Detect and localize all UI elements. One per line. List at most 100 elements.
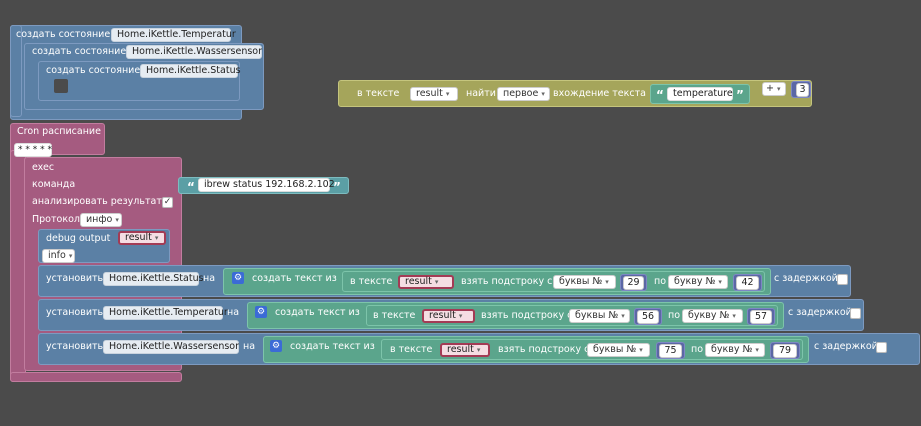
from-mode-value: буквы №: [575, 310, 619, 321]
from-number-field[interactable]: 75: [659, 344, 682, 358]
cron-pattern-field[interactable]: * * * * *: [14, 143, 52, 157]
to-mode-dropdown[interactable]: букву № ▾: [682, 309, 743, 323]
debug-level-dropdown[interactable]: info ▾: [42, 249, 75, 263]
from-mode-dropdown[interactable]: буквы № ▾: [587, 343, 650, 357]
from-mode-dropdown[interactable]: буквы № ▾: [553, 275, 616, 289]
create-state-label-3: создать состояние: [46, 65, 141, 76]
debug-var-value: result: [125, 232, 152, 243]
chevron-down-icon: ▾: [605, 278, 609, 286]
search-text-field[interactable]: temperature: [667, 87, 733, 101]
analyze-results-checkbox[interactable]: ✓: [162, 197, 173, 208]
on-label: на: [203, 273, 216, 284]
set-state-field[interactable]: Home.iKettle.Status: [103, 272, 204, 286]
gear-icon[interactable]: ⚙: [270, 340, 282, 352]
chevron-down-icon: ▾: [154, 234, 159, 242]
state-name-field-1[interactable]: Home.iKettle.Temperatur: [111, 28, 236, 42]
chevron-down-icon: ▾: [621, 312, 625, 320]
to-mode-dropdown[interactable]: букву № ▾: [705, 343, 765, 357]
chevron-down-icon: ▾: [732, 312, 736, 320]
to-mode-value: букву №: [674, 276, 716, 287]
cron-label: Cron расписание: [17, 126, 101, 137]
substring-var-dropdown[interactable]: result ▾: [398, 275, 454, 289]
chevron-down-icon: ▾: [639, 346, 643, 354]
substring-var-value: result: [405, 276, 432, 287]
number-field[interactable]: 3: [796, 83, 809, 97]
from-mode-dropdown[interactable]: буквы № ▾: [569, 309, 630, 323]
debug-level-value: info: [48, 250, 66, 261]
debug-output-label: debug output: [46, 233, 111, 244]
from-mode-value: буквы №: [559, 276, 603, 287]
on-label: на: [227, 307, 240, 318]
to-mode-value: букву №: [711, 344, 753, 355]
chevron-down-icon: ▾: [434, 278, 439, 286]
set-state-field[interactable]: Home.iKettle.Temperatur: [103, 306, 228, 320]
to-mode-value: букву №: [688, 310, 730, 321]
create-state-inner-slot: [54, 79, 68, 93]
substring-var-dropdown[interactable]: result ▾: [440, 343, 490, 357]
to-label: по: [668, 310, 681, 321]
operator-value: +: [766, 83, 774, 94]
delay-checkbox[interactable]: [850, 308, 861, 319]
operator-dropdown[interactable]: + ▾: [762, 82, 786, 96]
create-state-label-2: создать состояние: [32, 46, 127, 57]
cron-block-footer: [10, 372, 182, 382]
command-text-field[interactable]: ibrew status 192.168.2.102: [198, 178, 335, 192]
find-in-text-label: в тексте: [357, 88, 400, 99]
state-name-field-2[interactable]: Home.iKettle.Wassersensor: [126, 45, 262, 59]
to-number-field[interactable]: 42: [736, 276, 759, 290]
chevron-down-icon: ▾: [755, 346, 759, 354]
protocol-dropdown[interactable]: инфо ▾: [80, 213, 122, 227]
open-quote-icon: “: [187, 180, 195, 194]
substring-in-text-label: в тексте: [390, 344, 433, 355]
chevron-down-icon: ▾: [541, 90, 545, 98]
to-label: по: [654, 276, 667, 287]
create-text-label: создать текст из: [252, 273, 337, 284]
occurrence-label: вхождение текста: [553, 88, 646, 99]
protocol-label: Протокол: [32, 214, 80, 225]
delay-checkbox[interactable]: [837, 274, 848, 285]
substring-var-value: result: [447, 344, 474, 355]
take-substring-label: взять подстроку с: [481, 310, 573, 321]
to-mode-dropdown[interactable]: букву № ▾: [668, 275, 728, 289]
create-text-label: создать текст из: [290, 341, 375, 352]
chevron-down-icon: ▾: [776, 85, 781, 93]
set-label: установить: [46, 307, 104, 318]
substring-in-text-label: в тексте: [373, 310, 416, 321]
to-label: по: [691, 344, 704, 355]
create-state-label-1: создать состояние: [16, 29, 111, 40]
substring-var-dropdown[interactable]: result ▾: [422, 309, 475, 323]
gear-icon[interactable]: ⚙: [232, 272, 244, 284]
open-quote-icon: “: [656, 88, 664, 102]
delay-checkbox[interactable]: [876, 342, 887, 353]
find-var-value: result: [416, 88, 443, 99]
to-number-field[interactable]: 79: [773, 344, 797, 358]
delay-label: с задержкой: [788, 307, 852, 318]
chevron-down-icon: ▾: [115, 216, 119, 224]
debug-var-dropdown[interactable]: result ▾: [118, 231, 166, 245]
delay-label: с задержкой: [814, 341, 878, 352]
take-substring-label: взять подстроку с: [461, 276, 553, 287]
find-which-value: первое: [503, 88, 539, 99]
exec-label: exec: [32, 162, 55, 173]
from-mode-value: буквы №: [593, 344, 637, 355]
set-state-field[interactable]: Home.iKettle.Wassersensor: [103, 340, 239, 354]
from-number-field[interactable]: 56: [637, 310, 659, 324]
substring-in-text-label: в тексте: [350, 276, 393, 287]
chevron-down-icon: ▾: [718, 278, 722, 286]
from-number-field[interactable]: 29: [623, 276, 644, 290]
take-substring-label: взять подстроку с: [498, 344, 590, 355]
create-text-label: создать текст из: [275, 307, 360, 318]
state-name-field-3[interactable]: Home.iKettle.Status: [140, 64, 241, 78]
chevron-down-icon: ▾: [68, 252, 73, 260]
find-label: найти: [466, 88, 496, 99]
find-var-dropdown[interactable]: result ▾: [410, 87, 458, 101]
set-label: установить: [46, 341, 104, 352]
gear-icon[interactable]: ⚙: [255, 306, 267, 318]
close-quote-icon: ”: [736, 88, 744, 102]
find-which-dropdown[interactable]: первое ▾: [497, 87, 550, 101]
to-number-field[interactable]: 57: [750, 310, 772, 324]
command-label: команда: [32, 179, 76, 190]
substring-var-value: result: [429, 310, 456, 321]
chevron-down-icon: ▾: [458, 312, 463, 320]
set-label: установить: [46, 273, 104, 284]
